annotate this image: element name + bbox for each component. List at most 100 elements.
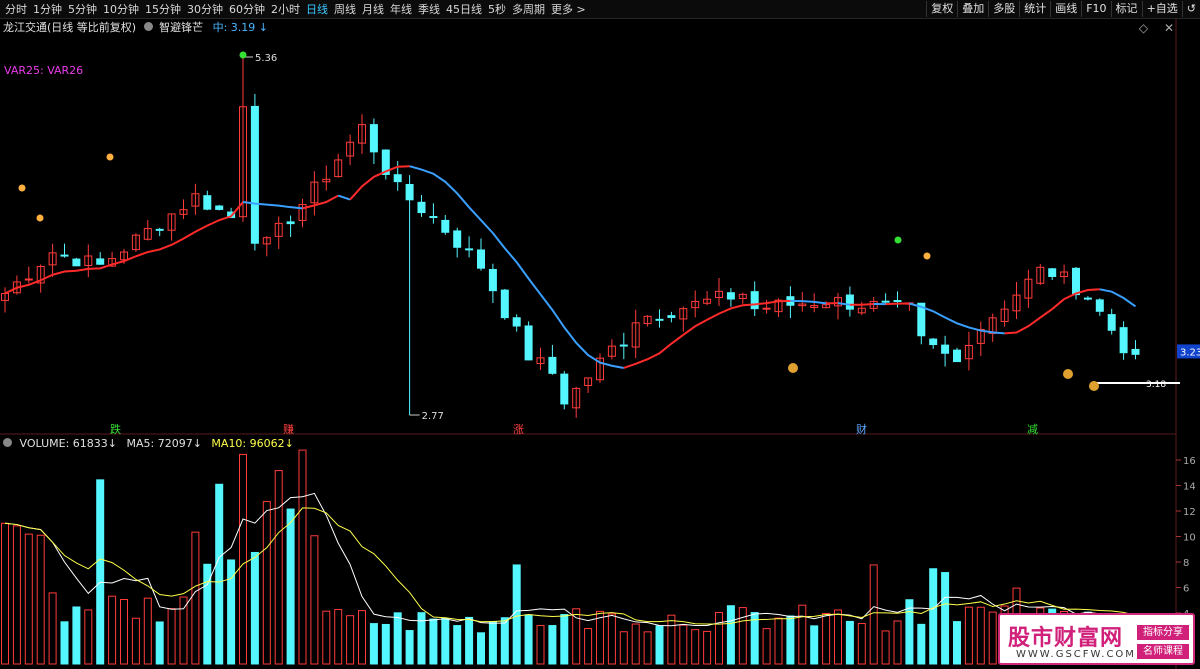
candle-body: [1107, 314, 1116, 331]
volume-bar: [167, 608, 176, 665]
volume-bar: [988, 611, 997, 665]
volume-bar: [857, 623, 866, 665]
low-label: 2.77: [422, 411, 444, 422]
volume-bar: [548, 625, 557, 665]
volume-bar: [893, 620, 902, 665]
volume-bar: [810, 625, 819, 665]
signal-marker: [36, 214, 44, 222]
candle-body: [929, 338, 938, 346]
kline-chart[interactable]: 5.362.773.18跌赚涨财减 3.23161412108642: [0, 0, 1200, 669]
volume-bar: [84, 609, 93, 665]
candle-body: [512, 317, 521, 327]
volume-bar: [143, 597, 152, 665]
ma-segment: [337, 194, 351, 201]
money-bag-icon: [788, 363, 798, 373]
axis-tick-label: 14: [1183, 482, 1196, 493]
candle-body: [762, 307, 771, 310]
candle-body: [393, 174, 402, 183]
volume-bar: [786, 615, 795, 665]
candle-body: [893, 300, 902, 303]
high-label: 5.36: [255, 53, 277, 64]
candle-body: [524, 325, 533, 361]
volume-bar: [441, 618, 450, 665]
signal-label: 赚: [283, 422, 294, 436]
axis-price-label: 3.23: [1180, 347, 1200, 358]
candle-body: [726, 292, 735, 300]
volume-bar: [726, 605, 735, 665]
volume-bar: [667, 614, 676, 665]
candle-body: [500, 289, 509, 319]
signal-marks: 5.36 2.77 3.18 跌 赚 涨 财 减: [18, 51, 1180, 436]
volume-bar: [631, 623, 640, 665]
signal-marker: [106, 153, 114, 161]
volume-bar: [964, 606, 973, 665]
axis-tick-label: 8: [1183, 558, 1189, 569]
candle-body: [667, 315, 676, 318]
volume-bar: [108, 595, 117, 665]
money-bag-icon: [1089, 381, 1099, 391]
signal-label: 跌: [110, 422, 121, 436]
candle-body: [1083, 297, 1092, 300]
signal-marker: [18, 184, 26, 192]
watermark-tag: 名师课程: [1137, 644, 1189, 659]
volume-bar: [334, 609, 343, 665]
volume-bar: [215, 483, 224, 665]
volume-bar: [298, 449, 307, 665]
volume-bar: [834, 609, 842, 665]
volume-bar: [369, 623, 378, 665]
candle-body: [250, 105, 259, 244]
candle-body: [881, 300, 890, 303]
volume-bar: [191, 531, 200, 665]
candle-body: [1095, 299, 1104, 312]
volume-bar: [120, 598, 128, 665]
money-bag-icon: [1063, 369, 1073, 379]
volume-bar: [560, 614, 569, 665]
volume-bar: [179, 596, 188, 665]
volume-bar: [881, 630, 890, 665]
volume-bar: [322, 610, 331, 665]
volume-bar: [72, 606, 81, 665]
volume-bar: [845, 620, 854, 665]
volume-bar: [869, 564, 878, 665]
candle-body: [845, 294, 854, 310]
volume-bar: [536, 625, 545, 665]
volume-bar: [405, 630, 414, 665]
volume-bar: [941, 572, 950, 665]
candle-body: [286, 221, 295, 225]
volume-bar: [155, 621, 164, 665]
candle-body: [1119, 327, 1128, 354]
volume-bar: [262, 501, 271, 665]
candle-body: [941, 344, 950, 354]
volume-bar: [524, 614, 533, 665]
volume-bar: [131, 617, 140, 665]
volume-bar: [738, 607, 747, 665]
ma-segment: [409, 165, 624, 369]
volume-bar: [453, 625, 462, 665]
volume-bar: [572, 608, 581, 665]
volume-bar: [250, 551, 259, 665]
volume-bar: [976, 606, 985, 665]
right-axis: 3.23161412108642: [1176, 344, 1200, 646]
candle-body: [953, 349, 961, 363]
candle-body: [24, 278, 33, 281]
candle-body: [429, 216, 438, 219]
ma-segment: [302, 194, 339, 210]
candle-body: [619, 344, 628, 347]
candle-body: [96, 258, 105, 265]
volume-bar: [477, 632, 485, 665]
candle-body: [1072, 267, 1080, 296]
candle-body: [750, 291, 759, 310]
candle-body: [465, 248, 474, 251]
watermark-tag: 指标分享: [1137, 625, 1189, 640]
volume-bar: [488, 621, 497, 665]
watermark-logo: 股市财富网 WWW.GSCFW.COM 指标分享 名师课程: [998, 613, 1195, 665]
volume-bar: [643, 631, 652, 665]
ma-segment: [623, 299, 791, 369]
ma-segment: [849, 303, 874, 306]
volume-ma-lines: [4, 492, 1136, 627]
volume-bar: [12, 525, 21, 665]
candle-body: [453, 230, 462, 248]
volume-bar: [762, 628, 771, 665]
volume-bar: [1, 522, 9, 665]
volume-bar: [715, 612, 723, 665]
